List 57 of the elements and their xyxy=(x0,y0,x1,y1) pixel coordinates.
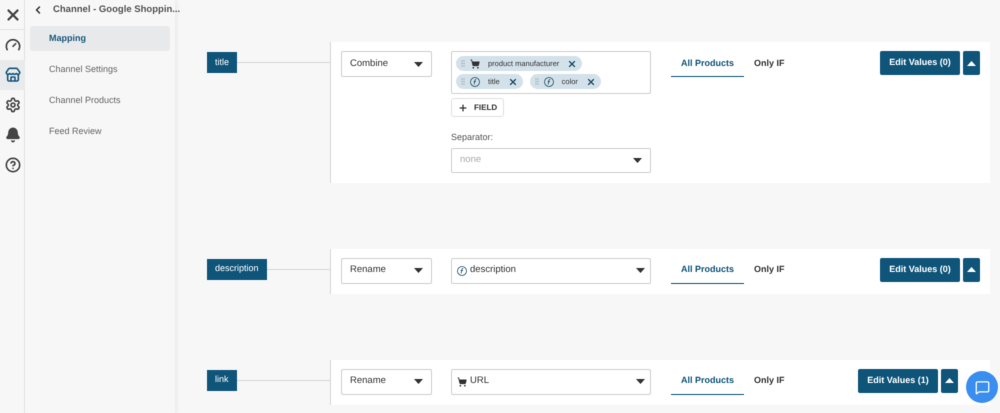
source-value: description xyxy=(470,263,516,278)
help-icon xyxy=(4,157,20,173)
remove-icon[interactable] xyxy=(567,58,578,68)
caret-down-icon xyxy=(636,268,645,273)
add-field-button[interactable]: FIELD xyxy=(451,98,504,117)
edit-values-button[interactable]: Edit Values (0) xyxy=(880,51,960,75)
separator-label: Separator: xyxy=(451,131,494,144)
filter-tab[interactable]: Only IF xyxy=(744,368,795,394)
caret-down-icon xyxy=(636,379,645,384)
drag-handle-icon xyxy=(534,78,539,85)
filter-tab[interactable]: Only IF xyxy=(744,51,795,77)
caret-down-icon xyxy=(414,379,423,384)
filter-tab[interactable]: All Products xyxy=(671,368,744,394)
settings-icon xyxy=(4,97,20,113)
sidebar-item[interactable]: Channel Products xyxy=(30,88,170,113)
collapse-button[interactable] xyxy=(963,51,980,75)
caret-down-icon xyxy=(633,158,642,162)
sidebar-title: Channel - Google Shoppin... xyxy=(53,2,180,17)
function-icon xyxy=(457,266,467,276)
filter-tab[interactable]: All Products xyxy=(671,51,744,77)
cart-icon xyxy=(457,376,467,386)
edit-values-button[interactable]: Edit Values (1) xyxy=(858,368,938,392)
store-icon xyxy=(4,67,20,83)
method-select[interactable]: Rename xyxy=(341,368,432,394)
method-select[interactable]: Rename xyxy=(341,258,432,284)
collapse-button[interactable] xyxy=(963,258,980,282)
cart-icon xyxy=(470,58,480,68)
function-icon xyxy=(544,76,554,86)
caret-down-icon xyxy=(414,268,423,273)
separator-placeholder: none xyxy=(460,152,482,167)
plus-icon xyxy=(458,102,468,112)
remove-icon[interactable] xyxy=(508,76,518,86)
caret-up-icon xyxy=(967,60,976,66)
attribute-label: title xyxy=(207,52,238,73)
gauge-icon xyxy=(4,37,20,53)
chat-icon xyxy=(974,380,990,394)
caret-up-icon xyxy=(945,378,954,383)
sidebar-item[interactable]: Mapping xyxy=(30,26,170,51)
filter-tab[interactable]: Only IF xyxy=(744,258,795,284)
caret-up-icon xyxy=(967,267,976,272)
function-icon xyxy=(470,76,480,86)
filter-tab[interactable]: All Products xyxy=(671,258,744,284)
bell-icon xyxy=(4,127,20,143)
edit-values-button[interactable]: Edit Values (0) xyxy=(880,258,960,282)
sidebar-item[interactable]: Feed Review xyxy=(30,119,170,144)
drag-handle-icon xyxy=(461,78,465,85)
caret-down-icon xyxy=(414,62,423,66)
remove-icon[interactable] xyxy=(586,76,596,86)
attribute-label: description xyxy=(207,258,267,280)
source-select[interactable]: description xyxy=(451,258,651,284)
sidebar-item[interactable]: Channel Settings xyxy=(30,57,170,82)
source-value: URL xyxy=(470,374,490,388)
source-select[interactable]: URL xyxy=(451,368,651,394)
attribute-label: link xyxy=(207,370,237,390)
drag-handle-icon xyxy=(461,60,465,67)
collapse-button[interactable] xyxy=(941,368,958,392)
method-select[interactable]: Combine xyxy=(341,51,432,77)
